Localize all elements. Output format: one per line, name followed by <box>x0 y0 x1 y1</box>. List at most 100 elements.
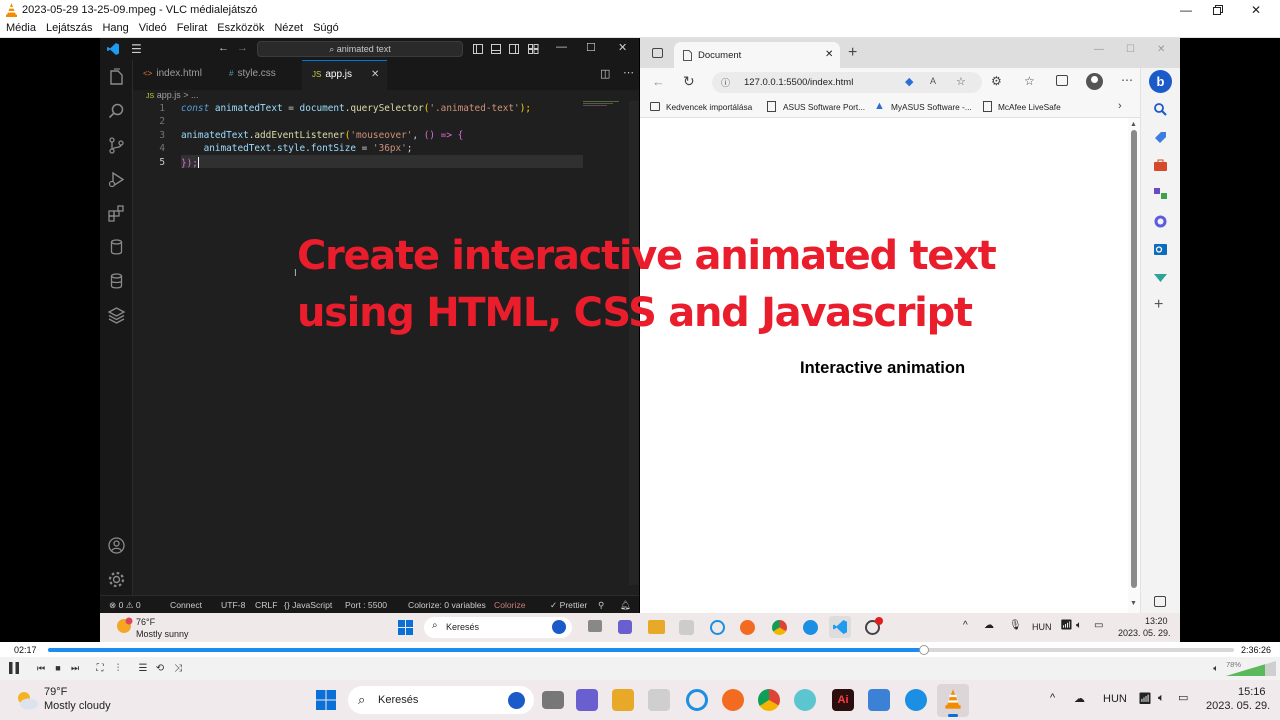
menu-video[interactable]: Videó <box>133 20 171 34</box>
drop-icon[interactable] <box>1153 270 1168 285</box>
tab-app-js[interactable]: JS app.js ✕ <box>302 60 387 90</box>
encoding-status[interactable]: UTF-8 <box>221 600 245 610</box>
eol-status[interactable]: CRLF <box>255 600 277 610</box>
favorites-icon[interactable]: ☆ <box>1024 74 1035 88</box>
volume-slider[interactable]: 78% <box>1226 660 1276 676</box>
microphone-icon[interactable]: 🎙︎ <box>1009 620 1022 631</box>
new-tab-button[interactable]: + <box>848 44 857 62</box>
menu-playback[interactable]: Lejátszás <box>40 20 96 34</box>
edge-icon[interactable] <box>905 689 927 711</box>
teams-icon[interactable] <box>576 689 598 711</box>
tab-actions-icon[interactable] <box>652 48 663 58</box>
windows-start-icon[interactable] <box>316 690 336 710</box>
menu-view[interactable]: Nézet <box>268 20 307 34</box>
browser-close-button[interactable]: ✕ <box>1157 44 1165 55</box>
hide-sidebar-icon[interactable] <box>1154 596 1166 607</box>
profile-avatar[interactable] <box>1086 73 1103 90</box>
seek-handle[interactable] <box>919 645 930 655</box>
scrollbar-thumb[interactable] <box>1131 130 1137 588</box>
split-editor-icon[interactable]: ◫ <box>600 67 610 80</box>
menu-audio[interactable]: Hang <box>96 20 132 34</box>
firefox-icon[interactable] <box>740 620 755 635</box>
fullscreen-button[interactable]: ⛶ <box>92 660 108 676</box>
settings-gear-icon[interactable] <box>107 570 126 589</box>
chevron-right-icon[interactable]: › <box>1118 100 1122 112</box>
extensions-icon[interactable] <box>107 204 126 223</box>
source-control-icon[interactable] <box>107 136 126 155</box>
mute-speaker-icon[interactable]: 🔈︎ <box>1208 660 1224 676</box>
breadcrumb-rest[interactable]: > ... <box>183 90 198 100</box>
shuffle-button[interactable]: ⤨ <box>170 660 186 676</box>
bing-chat-icon[interactable]: b <box>1149 70 1172 93</box>
recorded-language[interactable]: HUN <box>1032 622 1052 632</box>
code-editor[interactable]: 1 2 3 4 5 const animatedText = document.… <box>133 101 639 601</box>
browser-tab-close-icon[interactable]: ✕ <box>825 49 833 60</box>
animated-text-heading[interactable]: Interactive animation <box>800 359 965 378</box>
language-status[interactable]: {} JavaScript <box>284 600 332 610</box>
browser-back-icon[interactable]: ← <box>652 74 665 89</box>
live-server-port[interactable]: Port : 5500 <box>345 600 387 610</box>
browser-minimize-button[interactable]: — <box>1094 44 1104 55</box>
paint-icon[interactable] <box>794 689 816 711</box>
refresh-icon[interactable]: ↻ <box>683 73 695 90</box>
store-icon[interactable] <box>679 620 694 635</box>
stop-button[interactable]: ■ <box>50 660 66 676</box>
bookmark-import[interactable]: Kedvencek importálása <box>666 102 752 112</box>
bookmark-asus[interactable]: ASUS Software Port... <box>783 102 865 112</box>
previous-button[interactable]: ⏮︎ <box>33 660 49 676</box>
address-bar[interactable]: ⓘ 127.0.0.1:5500/index.html ◆ A ☆ <box>712 72 982 93</box>
store-icon[interactable] <box>648 689 670 711</box>
browser-viewport[interactable]: Interactive animation <box>640 118 1140 613</box>
tools-briefcase-icon[interactable] <box>1153 158 1168 173</box>
wifi-icon[interactable]: 📶︎ <box>1060 620 1073 631</box>
hamburger-menu-icon[interactable]: ☰ <box>131 42 142 56</box>
menu-media[interactable]: Média <box>0 20 40 34</box>
vscode-taskbar-button[interactable] <box>829 616 851 638</box>
notifications-bell-icon[interactable]: 🔔︎ <box>620 600 631 611</box>
vscode-minimize-button[interactable]: — <box>556 41 567 53</box>
windows-start-icon[interactable] <box>398 620 413 635</box>
file-explorer-icon[interactable] <box>612 689 634 711</box>
recorded-search-box[interactable]: ⌕ Keresés <box>424 617 572 638</box>
accounts-status-icon[interactable]: ⚲ <box>598 600 604 611</box>
layers-icon[interactable] <box>107 306 126 325</box>
editor-scrollbar[interactable] <box>629 101 639 585</box>
minimize-button[interactable]: — <box>1168 0 1204 20</box>
illustrator-icon[interactable]: Ai <box>832 689 854 711</box>
next-button[interactable]: ⏭︎ <box>67 660 83 676</box>
show-hidden-icons-chevron-icon[interactable]: ^ <box>1050 692 1055 704</box>
extensions-puzzle-icon[interactable]: ⚙ <box>991 74 1002 88</box>
close-button[interactable]: ✕ <box>1238 0 1274 20</box>
command-search-box[interactable]: ⌕ animated text <box>257 41 463 57</box>
pause-button[interactable] <box>6 660 22 676</box>
prettier-status[interactable]: ✓ Prettier <box>550 600 587 611</box>
search-icon[interactable] <box>107 102 126 121</box>
cortana-icon[interactable] <box>710 620 725 635</box>
layout-icons[interactable] <box>473 44 539 54</box>
onedrive-icon[interactable]: ☁ <box>1074 692 1085 705</box>
vscode-maximize-button[interactable]: ☐ <box>586 41 596 54</box>
games-icon[interactable] <box>1153 186 1168 201</box>
vlc-taskbar-button[interactable] <box>937 684 969 717</box>
taskbar-language[interactable]: HUN <box>1103 693 1127 705</box>
page-scrollbar[interactable]: ▲ ▼ <box>1128 118 1140 613</box>
menu-subtitle[interactable]: Felirat <box>171 20 212 34</box>
explorer-icon[interactable] <box>107 68 126 87</box>
task-view-icon[interactable] <box>542 691 564 709</box>
add-sidebar-app-icon[interactable]: + <box>1154 296 1163 314</box>
colorize-variables-status[interactable]: Colorize: 0 variables <box>408 600 486 610</box>
chrome-icon[interactable] <box>758 689 780 711</box>
wifi-icon[interactable]: 📶︎ <box>1138 692 1152 705</box>
menu-tools[interactable]: Eszközök <box>211 20 268 34</box>
browser-maximize-button[interactable]: ☐ <box>1126 44 1135 55</box>
run-debug-icon[interactable] <box>107 170 126 189</box>
outlook-icon[interactable] <box>1153 242 1168 257</box>
taskbar-search-box[interactable]: ⌕ Keresés <box>348 686 534 714</box>
storage-icon[interactable] <box>107 272 126 291</box>
tab-index-html[interactable]: <> index.html <box>133 60 218 90</box>
connect-status[interactable]: Connect <box>170 600 202 610</box>
speaker-icon[interactable]: 🔈︎ <box>1076 620 1082 631</box>
minimap[interactable] <box>583 101 623 109</box>
battery-icon[interactable]: ▭ <box>1094 620 1103 631</box>
scroll-up-arrow-icon[interactable]: ▲ <box>1130 121 1137 128</box>
